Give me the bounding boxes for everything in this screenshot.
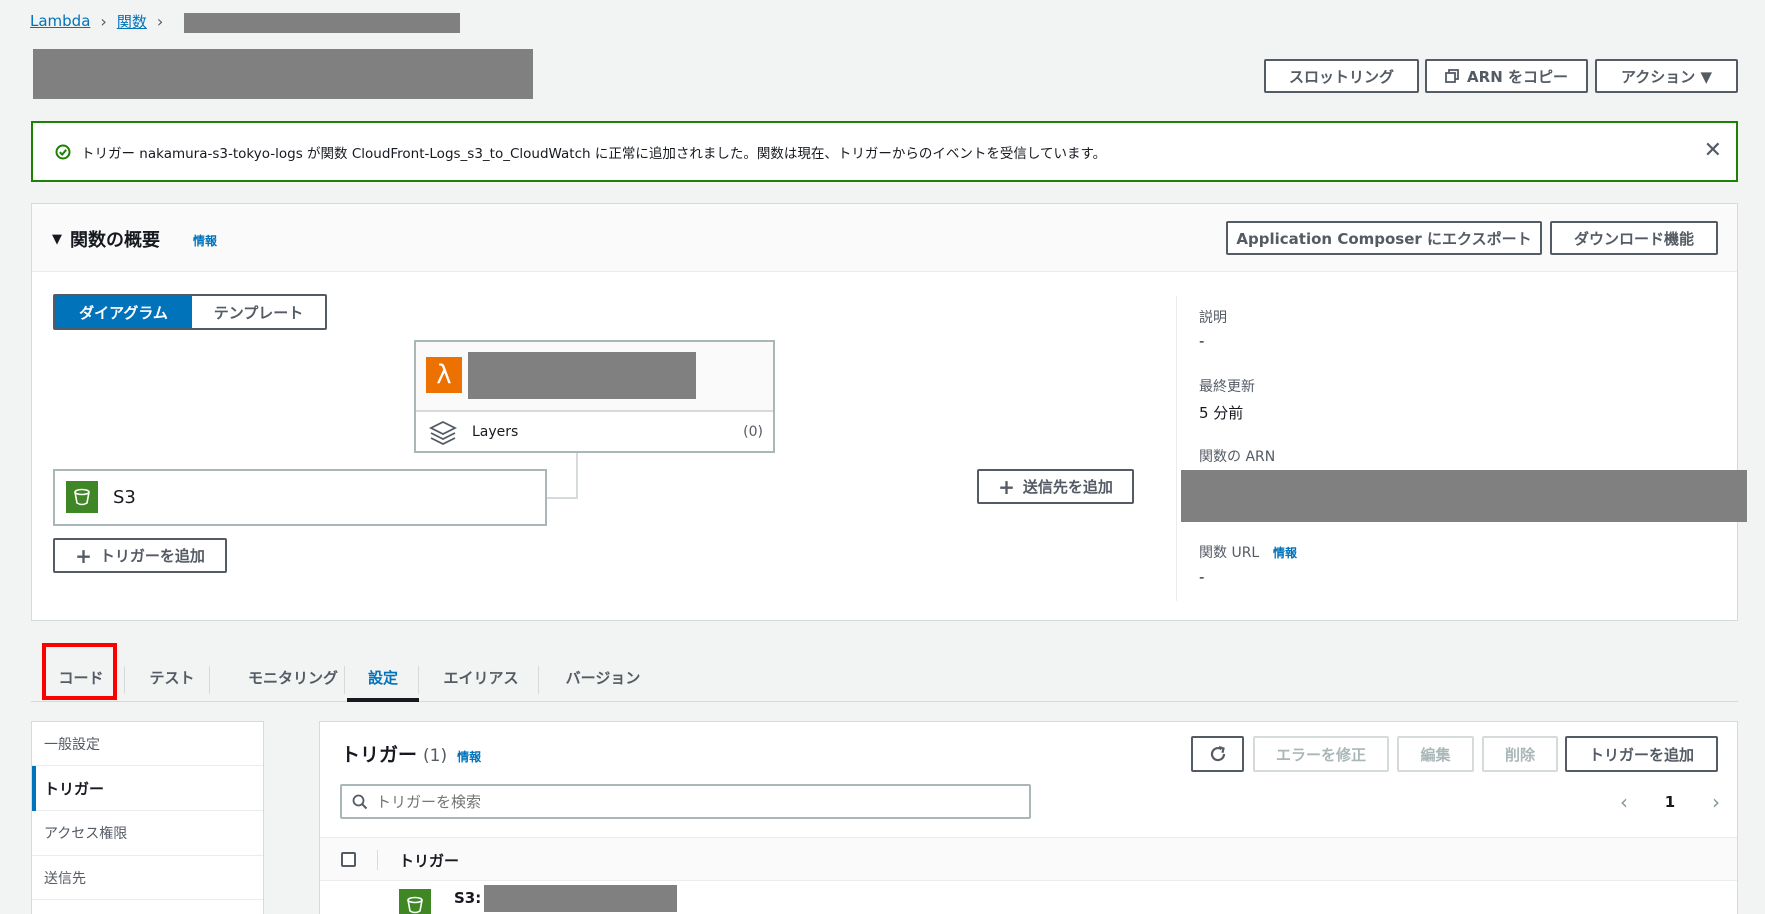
layers-icon: [429, 419, 457, 447]
overview-info-link[interactable]: 情報: [193, 232, 217, 249]
copy-arn-label: ARN をコピー: [1467, 67, 1568, 86]
view-toggle: ダイアグラム テンプレート: [53, 294, 327, 330]
function-arn-redacted: [1181, 470, 1747, 522]
plus-icon: +: [998, 474, 1015, 499]
overview-collapse-toggle[interactable]: ▼ 関数の概要: [52, 226, 160, 252]
flash-message: トリガー nakamura-s3-tokyo-logs が関数 CloudFro…: [81, 145, 1107, 162]
table-row[interactable]: S3:: [320, 881, 1737, 914]
breadcrumb: Lambda › 関数 ›: [30, 10, 163, 32]
copy-arn-button[interactable]: ARN をコピー: [1425, 59, 1588, 93]
toggle-diagram[interactable]: ダイアグラム: [55, 296, 192, 328]
page-title-redacted: [33, 49, 533, 99]
last-modified-value: 5 分前: [1199, 404, 1244, 422]
breadcrumb-function-name-redacted: [184, 13, 460, 33]
chevron-right-icon: ›: [100, 11, 107, 31]
pagination-page[interactable]: 1: [1665, 793, 1675, 811]
tab-active-indicator: [347, 698, 419, 702]
last-modified-label: 最終更新: [1199, 379, 1255, 395]
throttle-button[interactable]: スロットリング: [1264, 59, 1419, 93]
tab-versions[interactable]: バージョン: [549, 658, 657, 696]
overview-divider: [1176, 296, 1177, 601]
chevron-right-icon: ›: [156, 11, 164, 31]
actions-dropdown-button[interactable]: アクション ▼: [1595, 59, 1738, 93]
overview-title: 関数の概要: [70, 230, 160, 251]
trigger-row-prefix: S3:: [454, 889, 482, 907]
column-divider: [377, 850, 378, 870]
s3-icon: [66, 481, 98, 513]
triggers-panel: トリガー (1) 情報 エラーを修正 編集 削除 トリガーを追加 ‹ 1 › ト…: [319, 721, 1738, 914]
close-icon[interactable]: ✕: [1704, 139, 1722, 163]
refresh-icon: [1208, 744, 1228, 764]
function-url-label: 関数 URL: [1199, 545, 1260, 561]
triggers-info-link[interactable]: 情報: [457, 748, 481, 765]
function-name-redacted: [468, 352, 696, 399]
lambda-icon: λ: [426, 357, 462, 393]
function-url-info-link[interactable]: 情報: [1273, 544, 1297, 561]
layers-count: (0): [743, 424, 763, 440]
success-check-icon: [55, 144, 71, 160]
table-header: トリガー: [320, 837, 1737, 881]
function-overview-panel: ▼ 関数の概要 情報 Application Composer にエクスポート …: [31, 203, 1747, 621]
layers-label: Layers: [472, 424, 519, 440]
tab-divider: [124, 666, 125, 694]
sidenav-item-permissions[interactable]: アクセス権限: [32, 811, 263, 856]
column-header-trigger[interactable]: トリガー: [399, 850, 459, 871]
add-trigger-button[interactable]: + トリガーを追加: [53, 538, 227, 573]
sidenav-item-general[interactable]: 一般設定: [32, 722, 263, 766]
fix-errors-button[interactable]: エラーを修正: [1253, 736, 1389, 772]
tab-divider: [538, 666, 539, 694]
function-arn-label: 関数の ARN: [1199, 449, 1276, 465]
connector-line: [576, 453, 578, 499]
tab-divider: [418, 666, 419, 694]
caret-down-icon: ▼: [52, 231, 62, 247]
trigger-search-box[interactable]: [340, 784, 1031, 819]
add-destination-label: 送信先を追加: [1022, 478, 1113, 496]
triggers-count: (1): [423, 746, 448, 766]
download-function-button[interactable]: ダウンロード機能: [1550, 221, 1718, 255]
tab-divider: [209, 666, 210, 694]
add-trigger-button-table[interactable]: トリガーを追加: [1565, 736, 1718, 772]
search-icon: [352, 794, 368, 810]
copy-icon: [1445, 69, 1459, 83]
plus-icon: +: [75, 543, 92, 568]
delete-button[interactable]: 削除: [1482, 736, 1558, 772]
tab-aliases[interactable]: エイリアス: [429, 658, 533, 696]
toggle-template[interactable]: テンプレート: [192, 296, 325, 328]
trigger-search-input[interactable]: [376, 792, 976, 811]
tab-settings[interactable]: 設定: [347, 658, 419, 696]
refresh-button[interactable]: [1191, 736, 1244, 772]
function-url-value: -: [1199, 568, 1205, 586]
pagination: ‹ 1 ›: [1620, 790, 1720, 814]
trigger-node-label: S3: [113, 487, 136, 508]
settings-sidenav: 一般設定 トリガー アクセス権限 送信先: [31, 721, 264, 914]
tab-test[interactable]: テスト: [131, 658, 213, 696]
pagination-prev-icon[interactable]: ‹: [1620, 790, 1628, 814]
success-flash: トリガー nakamura-s3-tokyo-logs が関数 CloudFro…: [31, 121, 1738, 182]
function-node[interactable]: λ Layers (0): [414, 340, 775, 453]
add-destination-button[interactable]: + 送信先を追加: [977, 469, 1134, 504]
triggers-title: トリガー: [341, 744, 418, 766]
trigger-bucket-redacted: [484, 885, 677, 912]
sidenav-item-triggers[interactable]: トリガー: [32, 766, 263, 811]
add-trigger-label: トリガーを追加: [99, 547, 205, 565]
edit-button[interactable]: 編集: [1397, 736, 1474, 772]
breadcrumb-functions[interactable]: 関数: [117, 11, 147, 32]
pagination-next-icon[interactable]: ›: [1712, 790, 1720, 814]
select-all-checkbox[interactable]: [341, 852, 356, 867]
sidenav-item-destinations[interactable]: 送信先: [32, 856, 263, 900]
breadcrumb-lambda[interactable]: Lambda: [30, 12, 90, 30]
triggers-title-row: トリガー (1) 情報: [341, 740, 481, 767]
description-value: -: [1199, 332, 1205, 350]
description-label: 説明: [1199, 310, 1227, 326]
trigger-node-s3[interactable]: S3: [53, 469, 547, 526]
connector-line: [546, 497, 578, 499]
tab-bar: コード テスト モニタリング 設定 エイリアス バージョン: [31, 650, 1738, 702]
tab-divider: [344, 666, 345, 694]
sidenav-active-indicator: [32, 766, 36, 811]
s3-icon: [399, 889, 431, 914]
highlight-box: [42, 643, 117, 700]
export-composer-button[interactable]: Application Composer にエクスポート: [1226, 221, 1542, 255]
